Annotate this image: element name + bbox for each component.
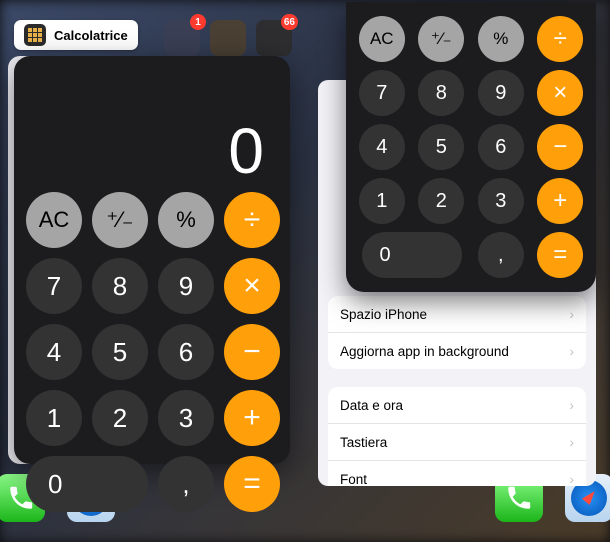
key-percent[interactable]: % — [478, 16, 524, 62]
key-decimal[interactable]: , — [158, 456, 214, 512]
key-divide[interactable]: ÷ — [224, 192, 280, 248]
key-8[interactable]: 8 — [92, 258, 148, 314]
home-icons-peek: 1 66 — [164, 20, 292, 56]
key-7[interactable]: 7 — [359, 70, 405, 116]
calculator-icon — [24, 24, 46, 46]
key-2[interactable]: 2 — [92, 390, 148, 446]
settings-group: Data e ora › Tastiera › Font › Lingua e … — [328, 387, 586, 486]
settings-row-keyboard[interactable]: Tastiera › — [328, 424, 586, 461]
key-1[interactable]: 1 — [359, 178, 405, 224]
settings-group: Spazio iPhone › Aggiorna app in backgrou… — [328, 296, 586, 369]
key-4[interactable]: 4 — [359, 124, 405, 170]
row-label: Font — [340, 472, 367, 487]
row-label: Spazio iPhone — [340, 307, 427, 322]
key-add[interactable]: + — [537, 178, 583, 224]
chevron-right-icon: › — [569, 434, 574, 450]
home-app-icon[interactable] — [210, 20, 246, 56]
chevron-right-icon: › — [569, 343, 574, 359]
key-plusminus[interactable]: ⁺⁄₋ — [418, 16, 464, 62]
key-plusminus[interactable]: ⁺⁄₋ — [92, 192, 148, 248]
key-8[interactable]: 8 — [418, 70, 464, 116]
app-switcher-label: Calcolatrice — [54, 28, 128, 43]
key-ac[interactable]: AC — [359, 16, 405, 62]
key-9[interactable]: 9 — [158, 258, 214, 314]
key-3[interactable]: 3 — [478, 178, 524, 224]
calculator-slideover[interactable]: AC ⁺⁄₋ % ÷ 7 8 9 × 4 5 6 − 1 2 3 + 0 , = — [346, 2, 596, 292]
calculator-keypad: AC ⁺⁄₋ % ÷ 7 8 9 × 4 5 6 − 1 2 3 + 0 , = — [26, 192, 278, 512]
home-folder-icon[interactable]: 66 — [256, 20, 292, 56]
phone-left: 1 66 Calcolatrice ‹ I 0 AC ⁺⁄₋ % ÷ 7 8 9… — [14, 20, 290, 464]
key-multiply[interactable]: × — [537, 70, 583, 116]
badge: 1 — [190, 14, 206, 30]
key-5[interactable]: 5 — [418, 124, 464, 170]
key-add[interactable]: + — [224, 390, 280, 446]
key-6[interactable]: 6 — [478, 124, 524, 170]
app-switcher-pill[interactable]: Calcolatrice — [14, 20, 138, 50]
key-ac[interactable]: AC — [26, 192, 82, 248]
key-subtract[interactable]: − — [537, 124, 583, 170]
key-percent[interactable]: % — [158, 192, 214, 248]
key-1[interactable]: 1 — [26, 390, 82, 446]
key-equals[interactable]: = — [224, 456, 280, 512]
key-2[interactable]: 2 — [418, 178, 464, 224]
calculator-card[interactable]: 0 AC ⁺⁄₋ % ÷ 7 8 9 × 4 5 6 − 1 2 3 + 0 ,… — [14, 56, 290, 464]
key-6[interactable]: 6 — [158, 324, 214, 380]
chevron-right-icon: › — [569, 397, 574, 413]
key-9[interactable]: 9 — [478, 70, 524, 116]
chevron-right-icon: › — [569, 306, 574, 322]
key-4[interactable]: 4 — [26, 324, 82, 380]
settings-row-font[interactable]: Font › — [328, 461, 586, 486]
row-label: Data e ora — [340, 398, 403, 413]
chevron-right-icon: › — [569, 471, 574, 486]
settings-row-background-refresh[interactable]: Aggiorna app in background › — [328, 333, 586, 369]
key-5[interactable]: 5 — [92, 324, 148, 380]
key-7[interactable]: 7 — [26, 258, 82, 314]
row-label: Aggiorna app in background — [340, 344, 509, 359]
key-0[interactable]: 0 — [26, 456, 148, 512]
key-decimal[interactable]: , — [478, 232, 524, 278]
badge: 66 — [281, 14, 298, 30]
row-label: Tastiera — [340, 435, 387, 450]
key-3[interactable]: 3 — [158, 390, 214, 446]
settings-row-storage[interactable]: Spazio iPhone › — [328, 296, 586, 333]
calculator-keypad: AC ⁺⁄₋ % ÷ 7 8 9 × 4 5 6 − 1 2 3 + 0 , = — [356, 16, 586, 278]
phone-right: Spazio iPhone › Aggiorna app in backgrou… — [318, 0, 596, 490]
key-0[interactable]: 0 — [362, 232, 462, 278]
key-divide[interactable]: ÷ — [537, 16, 583, 62]
calculator-display: 0 — [26, 70, 278, 188]
key-subtract[interactable]: − — [224, 324, 280, 380]
key-multiply[interactable]: × — [224, 258, 280, 314]
key-equals[interactable]: = — [537, 232, 583, 278]
home-app-icon[interactable]: 1 — [164, 20, 200, 56]
settings-row-datetime[interactable]: Data e ora › — [328, 387, 586, 424]
